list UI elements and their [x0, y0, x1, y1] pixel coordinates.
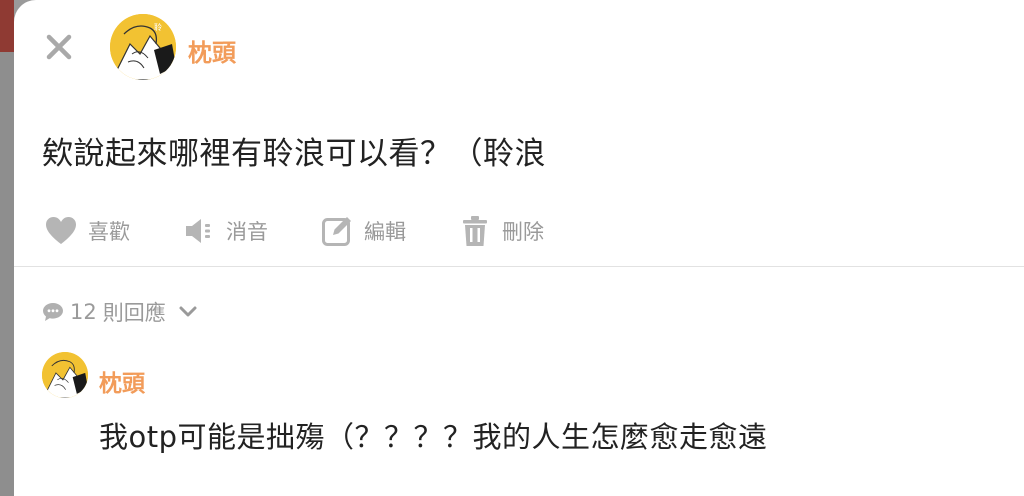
close-icon — [46, 34, 72, 60]
like-button[interactable]: 喜歡 — [44, 214, 130, 248]
speech-bubble-icon — [43, 303, 63, 321]
speaker-mute-icon — [186, 219, 210, 243]
reply-label: 則回應 — [102, 301, 166, 325]
author-avatar[interactable]: 聆 — [110, 14, 176, 80]
background-window-edge — [0, 0, 14, 52]
comment-body: 我otp可能是拙殤（？？？？我的人生怎麼愈走愈遠 — [99, 420, 768, 454]
comment-author-avatar[interactable] — [42, 352, 88, 398]
divider — [14, 266, 1024, 267]
background-overlay — [0, 52, 14, 496]
post-modal: 聆 枕頭 欸說起來哪裡有聆浪可以看？（聆浪 喜歡 消音 編輯 刪除 12 則回應… — [14, 0, 1024, 496]
heart-icon — [46, 217, 76, 244]
post-body: 欸說起來哪裡有聆浪可以看？（聆浪 — [42, 136, 546, 172]
mute-label: 消音 — [226, 220, 268, 244]
trash-icon — [463, 216, 487, 246]
svg-text:聆: 聆 — [154, 22, 162, 32]
edit-label: 編輯 — [364, 220, 406, 244]
delete-button[interactable]: 刪除 — [458, 214, 544, 248]
comment-author-name[interactable]: 枕頭 — [99, 364, 145, 398]
mute-button[interactable]: 消音 — [182, 214, 268, 248]
replies-toggle[interactable]: 12 則回應 — [42, 296, 198, 328]
like-label: 喜歡 — [88, 220, 130, 244]
edit-icon — [322, 217, 351, 246]
action-bar: 喜歡 消音 編輯 刪除 — [44, 210, 596, 252]
delete-label: 刪除 — [502, 220, 544, 244]
author-name[interactable]: 枕頭 — [188, 33, 236, 68]
close-button[interactable] — [42, 30, 76, 64]
chevron-down-icon — [179, 306, 197, 317]
reply-count: 12 — [70, 300, 97, 324]
edit-button[interactable]: 編輯 — [320, 214, 406, 248]
